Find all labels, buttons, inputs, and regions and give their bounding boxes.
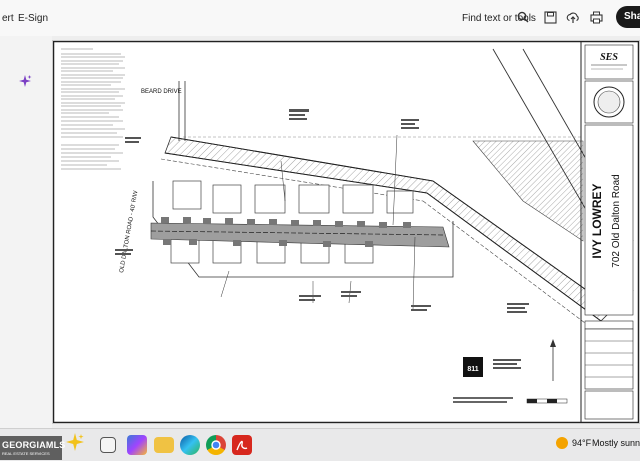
weather-temp: 94°F <box>572 438 592 448</box>
site-plan-drawing: BEARD DRIVE OLD DALTON ROAD - 40' R/W 81… <box>52 40 640 424</box>
beard-drive-label: BEARD DRIVE <box>141 89 182 95</box>
file-explorer-icon[interactable] <box>154 437 174 453</box>
acrobat-icon[interactable] <box>232 435 252 455</box>
share-button[interactable]: Share <box>616 6 640 28</box>
weather-description: Mostly sunny <box>592 438 640 448</box>
project-address: 702 Old Dalton Road <box>611 174 622 267</box>
edge-browser-icon[interactable] <box>180 435 200 455</box>
esign-menu[interactable]: E-Sign <box>18 13 48 24</box>
upload-icon[interactable] <box>564 8 582 26</box>
print-icon[interactable] <box>587 8 605 26</box>
chrome-browser-icon[interactable] <box>206 435 226 455</box>
windows-taskbar: 94°F Mostly sunny <box>0 428 640 461</box>
app-toolbar: ert E-Sign Find text or tools Share <box>0 0 640 37</box>
copilot-sparkle-icon[interactable] <box>64 431 84 451</box>
ai-assistant-icon[interactable] <box>18 74 32 93</box>
georgiamls-watermark: GEORGIAMLS REAL ESTATE SERVICES <box>0 436 65 460</box>
site-plan-page: BEARD DRIVE OLD DALTON ROAD - 40' R/W 81… <box>52 40 640 424</box>
ses-logo: SES <box>600 52 618 63</box>
project-name: IVY LOWREY <box>590 183 604 258</box>
title-block: SES IVY LOWREY 702 Old Dalton Road <box>580 41 634 423</box>
scale-bar <box>526 398 568 404</box>
sun-icon <box>556 437 568 449</box>
watermark-tagline: REAL ESTATE SERVICES <box>2 451 50 456</box>
left-rail <box>0 36 52 428</box>
copilot-app-icon[interactable] <box>127 435 147 455</box>
save-icon[interactable] <box>541 8 559 26</box>
weather-widget[interactable]: 94°F Mostly sunny <box>556 435 640 455</box>
task-view-icon[interactable] <box>100 437 116 453</box>
search-icon[interactable] <box>514 8 532 26</box>
engineer-seal-icon <box>597 90 621 114</box>
watermark-brand: GEORGIAMLS <box>2 440 66 450</box>
menu-insert-partial[interactable]: ert <box>2 13 14 24</box>
document-viewer[interactable]: BEARD DRIVE OLD DALTON ROAD - 40' R/W 81… <box>52 36 640 428</box>
811-badge-text: 811 <box>467 366 478 373</box>
